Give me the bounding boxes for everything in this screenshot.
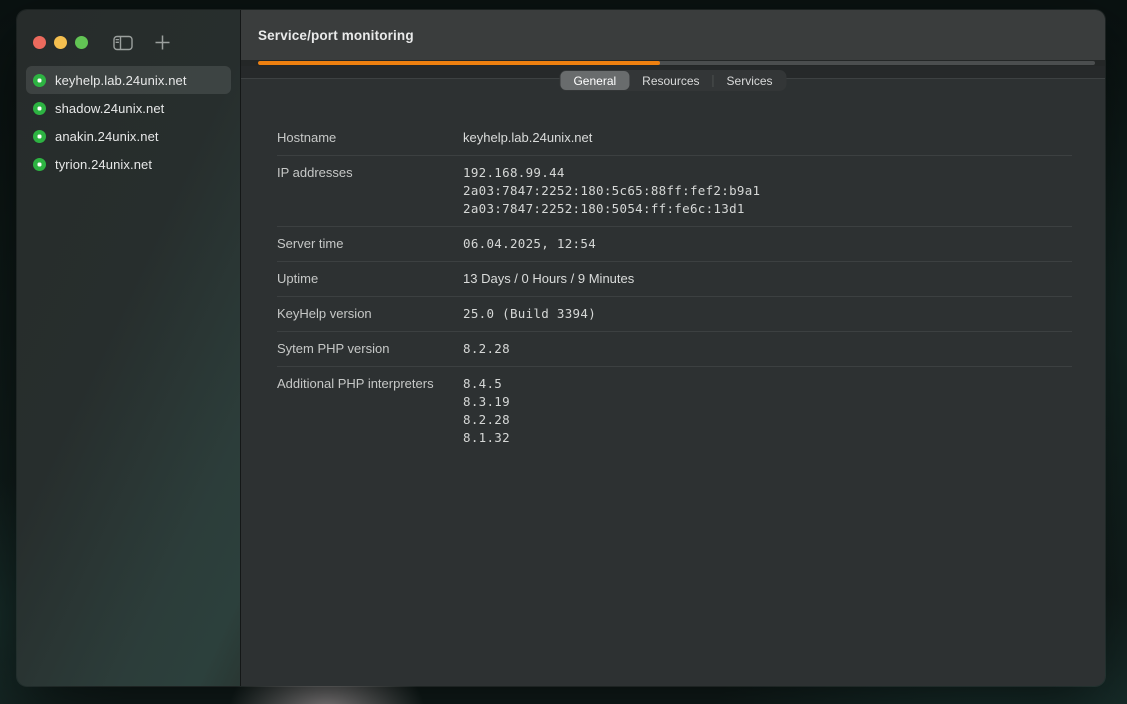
close-window-button[interactable] (33, 36, 46, 49)
toggle-sidebar-button[interactable] (113, 35, 133, 51)
table-row-ip-addresses: IP addresses 192.168.99.44 2a03:7847:225… (277, 156, 1072, 227)
server-name: keyhelp.lab.24unix.net (55, 73, 187, 88)
sidebar-item-tyrion[interactable]: tyrion.24unix.net (26, 150, 231, 178)
row-value: 192.168.99.44 2a03:7847:2252:180:5c65:88… (463, 164, 760, 218)
sidebar-item-keyhelp[interactable]: keyhelp.lab.24unix.net (26, 66, 231, 94)
sidebar-toggle-icon (113, 35, 133, 51)
php-version-line: 8.4.5 (463, 375, 510, 393)
sidebar-toolbar (17, 10, 240, 51)
sidebar-item-shadow[interactable]: shadow.24unix.net (26, 94, 231, 122)
zoom-window-button[interactable] (75, 36, 88, 49)
php-version-line: 8.2.28 (463, 411, 510, 429)
server-details-table: Hostname keyhelp.lab.24unix.net IP addre… (241, 79, 1105, 455)
table-row-keyhelp-version: KeyHelp version 25.0 (Build 3394) (277, 297, 1072, 332)
row-label: KeyHelp version (277, 305, 463, 323)
server-status-online-icon (33, 102, 46, 115)
row-label: IP addresses (277, 164, 463, 182)
page-title: Service/port monitoring (258, 28, 414, 43)
add-server-button[interactable] (154, 34, 171, 51)
server-status-online-icon (33, 158, 46, 171)
row-label: Server time (277, 235, 463, 253)
view-segmented-control: General Resources Services (559, 70, 786, 91)
php-version-line: 8.3.19 (463, 393, 510, 411)
refresh-progress-fill (258, 61, 660, 65)
server-status-online-icon (33, 74, 46, 87)
sidebar: keyhelp.lab.24unix.net shadow.24unix.net… (17, 10, 241, 686)
server-name: tyrion.24unix.net (55, 157, 152, 172)
row-label: Hostname (277, 129, 463, 147)
server-status-online-icon (33, 130, 46, 143)
minimize-window-button[interactable] (54, 36, 67, 49)
row-label: Sytem PHP version (277, 340, 463, 358)
tab-services[interactable]: Services (714, 71, 786, 90)
row-label: Uptime (277, 270, 463, 288)
refresh-progress-bar (258, 61, 1095, 65)
row-value: 8.4.5 8.3.19 8.2.28 8.1.32 (463, 375, 510, 447)
row-value: 06.04.2025, 12:54 (463, 235, 596, 253)
content-pane: Service/port monitoring General Resource… (241, 10, 1105, 686)
app-window: keyhelp.lab.24unix.net shadow.24unix.net… (17, 10, 1105, 686)
server-list: keyhelp.lab.24unix.net shadow.24unix.net… (17, 66, 240, 178)
table-row-server-time: Server time 06.04.2025, 12:54 (277, 227, 1072, 262)
ip-address-line: 192.168.99.44 (463, 164, 760, 182)
sidebar-item-anakin[interactable]: anakin.24unix.net (26, 122, 231, 150)
table-row-hostname: Hostname keyhelp.lab.24unix.net (277, 121, 1072, 156)
table-row-system-php-version: Sytem PHP version 8.2.28 (277, 332, 1072, 367)
php-version-line: 8.1.32 (463, 429, 510, 447)
table-row-uptime: Uptime 13 Days / 0 Hours / 9 Minutes (277, 262, 1072, 297)
tab-resources[interactable]: Resources (629, 71, 712, 90)
plus-icon (154, 34, 171, 51)
tab-general[interactable]: General (560, 71, 629, 90)
row-label: Additional PHP interpreters (277, 375, 463, 393)
ip-address-line: 2a03:7847:2252:180:5054:ff:fe6c:13d1 (463, 200, 760, 218)
row-value: 8.2.28 (463, 340, 510, 358)
ip-address-line: 2a03:7847:2252:180:5c65:88ff:fef2:b9a1 (463, 182, 760, 200)
row-value: 25.0 (Build 3394) (463, 305, 596, 323)
table-row-additional-php: Additional PHP interpreters 8.4.5 8.3.19… (277, 367, 1072, 455)
row-value: 13 Days / 0 Hours / 9 Minutes (463, 270, 634, 288)
row-value: keyhelp.lab.24unix.net (463, 129, 592, 147)
server-name: anakin.24unix.net (55, 129, 159, 144)
server-name: shadow.24unix.net (55, 101, 164, 116)
titlebar: Service/port monitoring (241, 10, 1105, 60)
